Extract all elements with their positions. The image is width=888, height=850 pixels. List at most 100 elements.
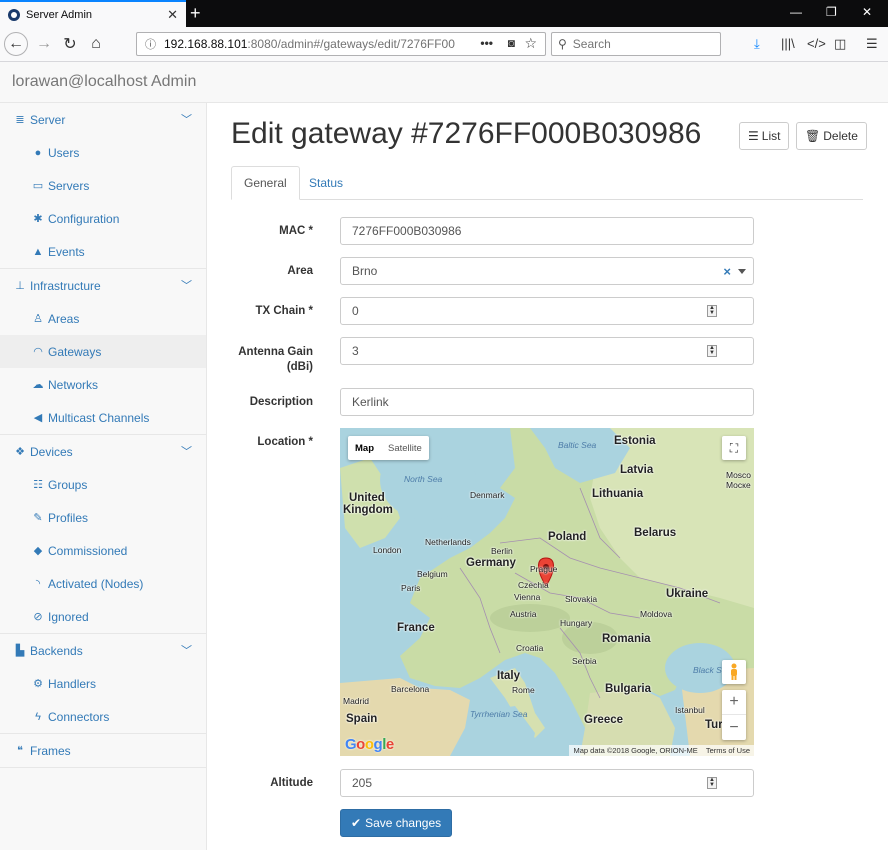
chevron-down-icon[interactable]: ﹀ [181, 111, 192, 127]
map-label: Croatia [516, 643, 544, 653]
number-stepper-icon[interactable]: ▲ ▼ [707, 305, 717, 317]
sidebar-item-label: Servers [48, 178, 90, 193]
pocket-icon[interactable]: ◙ [508, 36, 515, 50]
terms-of-use-link[interactable]: Terms of Use [706, 746, 750, 755]
info-icon[interactable]: ⓘ [145, 36, 156, 52]
devtools-icon[interactable]: </> [807, 36, 826, 51]
sidebar-item-handlers[interactable]: ⚙ Handlers [0, 667, 206, 700]
map-label: Belgium [417, 569, 448, 579]
sidebar-item-profiles[interactable]: ✎ Profiles [0, 501, 206, 534]
bookmark-star-icon[interactable]: ☆ [524, 35, 537, 52]
map-label: Istanbul [675, 705, 705, 715]
location-map[interactable]: Estonia Baltic Sea Latvia North Sea Mosc… [340, 428, 754, 756]
sidebar-toggle-icon[interactable]: ◫ [834, 36, 846, 52]
sidebar-item-areas[interactable]: ♙ Areas [0, 302, 206, 335]
minimize-icon[interactable]: — [790, 5, 802, 19]
map-type-satellite-button[interactable]: Satellite [381, 436, 429, 460]
fullscreen-icon[interactable]: ⛶ [722, 436, 746, 460]
library-icon[interactable]: |||\ [781, 36, 795, 51]
delete-button[interactable]: 🗑 Delete [796, 122, 867, 150]
favicon-icon [8, 8, 20, 21]
close-tab-icon[interactable]: ✕ [167, 7, 178, 23]
list-button[interactable]: ☰ List [739, 122, 790, 150]
home-icon[interactable]: ⌂ [84, 32, 108, 56]
tab-status[interactable]: Status [297, 166, 355, 200]
list-icon: ☰ [748, 129, 759, 143]
browser-tab[interactable]: Server Admin ✕ [0, 0, 186, 27]
maximize-icon[interactable]: ❐ [826, 5, 837, 19]
description-field[interactable]: Kerlink [340, 388, 754, 416]
menu-icon[interactable]: ☰ [866, 36, 878, 52]
sidebar-item-multicast-channels[interactable]: ◀ Multicast Channels [0, 401, 206, 434]
new-tab-icon[interactable]: + [190, 3, 201, 24]
app-title[interactable]: lorawan@localhost Admin [12, 73, 196, 91]
back-icon[interactable]: ← [4, 32, 28, 56]
caret-down-icon[interactable] [738, 269, 746, 274]
url-bar[interactable]: ⓘ 192.168.88.101 :8080/admin#/gateways/e… [136, 32, 546, 56]
mac-field[interactable]: 7276FF000B030986 [340, 217, 754, 245]
description-label: Description [249, 396, 313, 408]
sidebar-item-users[interactable]: ● Users [0, 136, 206, 169]
sidebar-item-networks[interactable]: ☁ Networks [0, 368, 206, 401]
app-header: lorawan@localhost Admin [0, 62, 888, 103]
sidebar-item-ignored[interactable]: ⊘ Ignored [0, 600, 206, 633]
sidebar-section-frames[interactable]: ❝ Frames [0, 734, 206, 767]
cogs-icon: ⚙ [33, 678, 43, 690]
area-value: Brno [352, 264, 378, 278]
clear-icon[interactable]: × [723, 264, 731, 279]
chevron-down-icon[interactable]: ﹀ [181, 277, 192, 293]
sidebar-section-devices[interactable]: ❖ Devices ﹀ [0, 435, 206, 468]
map-label: Paris [401, 583, 421, 593]
map-label: Romania [602, 633, 651, 645]
chevron-down-icon[interactable]: ﹀ [181, 642, 192, 658]
sidebar-item-servers[interactable]: ▭ Servers [0, 169, 206, 202]
sidebar-section-server[interactable]: ≣ Server ﹀ [0, 103, 206, 136]
sidebar: ≣ Server ﹀ ● Users ▭ Servers ✱ Configura… [0, 103, 207, 850]
search-bar[interactable]: ⚲ [551, 32, 721, 56]
chevron-down-icon[interactable]: ﹀ [181, 443, 192, 459]
area-select[interactable]: Brno × [340, 257, 754, 285]
sidebar-section-infrastructure[interactable]: ⊥ Infrastructure ﹀ [0, 269, 206, 302]
antenna-gain-field[interactable]: 3 ▲ ▼ [340, 337, 754, 365]
map-label: Czechia [518, 580, 549, 590]
warning-icon: ▲ [32, 245, 44, 258]
sidebar-item-events[interactable]: ▲ Events [0, 235, 206, 268]
txchain-field[interactable]: 0 ▲ ▼ [340, 297, 754, 325]
sidebar-item-activated[interactable]: ◝ Activated (Nodes) [0, 567, 206, 600]
mac-label: MAC * [279, 225, 313, 237]
number-stepper-icon[interactable]: ▲ ▼ [707, 777, 717, 789]
map-label: Prague [530, 564, 558, 574]
sidebar-item-gateways[interactable]: ◠ Gateways [0, 335, 206, 368]
page-actions-icon[interactable]: ••• [480, 36, 493, 50]
sidebar-item-groups[interactable]: ☷ Groups [0, 468, 206, 501]
map-label: Vienna [514, 592, 541, 602]
reload-icon[interactable]: ↻ [58, 32, 82, 56]
close-window-icon[interactable]: ✕ [862, 5, 872, 19]
save-changes-button[interactable]: ✔ Save changes [340, 809, 453, 837]
download-icon[interactable]: ⤓ [754, 36, 760, 52]
delete-button-label: Delete [823, 129, 858, 143]
sidebar-section-backends[interactable]: ▙ Backends ﹀ [0, 634, 206, 667]
sidebar-section-label: Frames [30, 743, 71, 758]
search-input[interactable] [572, 37, 703, 51]
number-stepper-icon[interactable]: ▲ ▼ [707, 345, 717, 357]
sidebar-item-configuration[interactable]: ✱ Configuration [0, 202, 206, 235]
map-label: Bulgaria [605, 683, 652, 695]
altitude-field[interactable]: 205 ▲ ▼ [340, 769, 754, 797]
antenna-label-line1: Antenna Gain [238, 346, 313, 358]
pegman-icon[interactable] [722, 660, 746, 684]
sidebar-item-commissioned[interactable]: ◆ Commissioned [0, 534, 206, 567]
zoom-in-icon[interactable]: + [722, 690, 746, 715]
sidebar-item-connectors[interactable]: ϟ Connectors [0, 700, 206, 733]
zoom-out-icon[interactable]: − [722, 715, 746, 740]
map-label: Barcelona [391, 684, 430, 694]
altitude-value: 205 [352, 776, 373, 790]
sidebar-item-label: Connectors [48, 709, 110, 724]
check-icon: ✔ [351, 816, 362, 830]
comments-icon: ❝ [17, 745, 23, 757]
sidebar-item-label: Gateways [48, 344, 102, 359]
map-type-map-button[interactable]: Map [348, 436, 381, 460]
tab-general[interactable]: General [231, 166, 300, 200]
forward-icon[interactable]: → [32, 32, 56, 56]
browser-navbar: ← → ↻ ⌂ ⓘ 192.168.88.101 :8080/admin#/ga… [0, 27, 888, 62]
